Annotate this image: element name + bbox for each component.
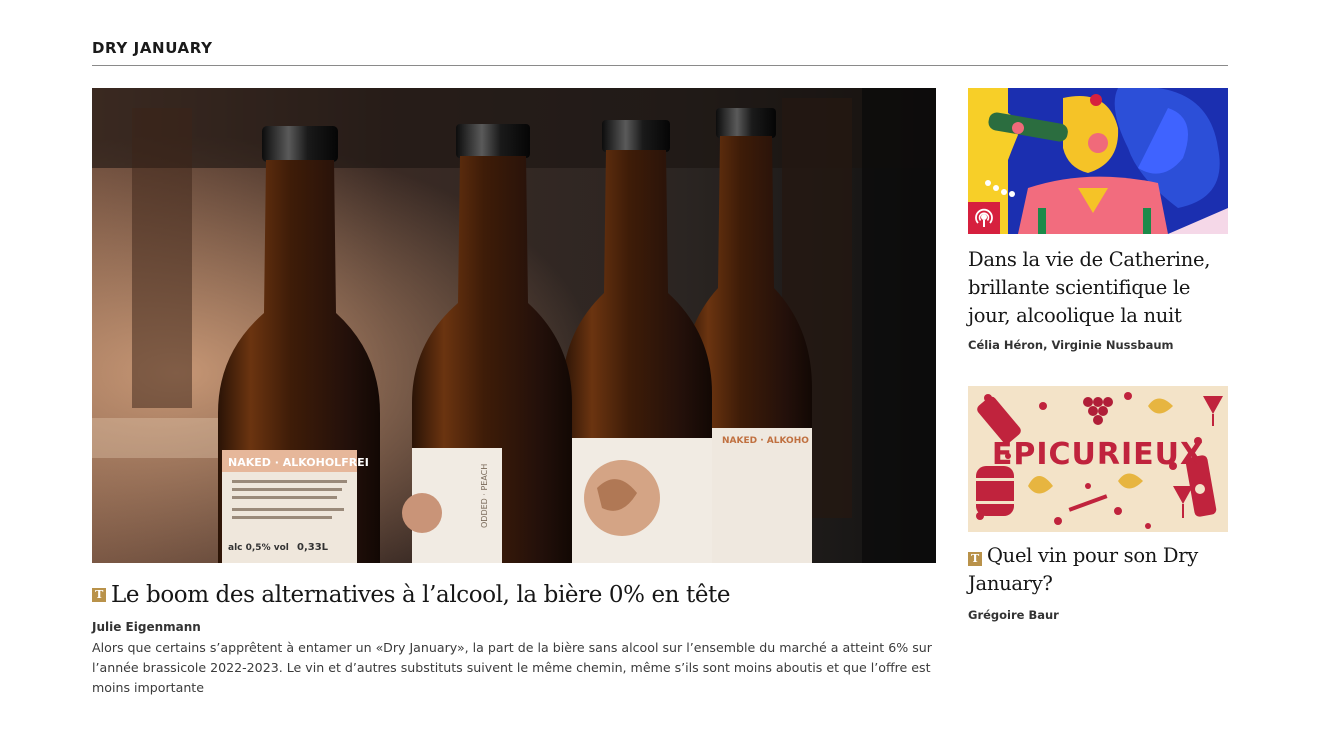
beer-bottles-photo: NAKED · ALKOHO ODDED · PEACH NAKED · ALK… — [92, 88, 936, 563]
svg-text:0,33L: 0,33L — [297, 542, 329, 553]
podcast-badge — [968, 202, 1000, 234]
side-article-title[interactable]: T Quel vin pour son Dry January? — [968, 542, 1228, 598]
side-article-title[interactable]: Dans la vie de Catherine, brillante scie… — [968, 246, 1228, 330]
svg-text:alc 0,5% vol: alc 0,5% vol — [228, 543, 289, 553]
premium-badge: T — [92, 588, 106, 602]
svg-text:EPICURIEUX: EPICURIEUX — [992, 437, 1204, 472]
main-article-title-text[interactable]: Le boom des alternatives à l’alcool, la … — [111, 581, 730, 609]
side-article-authors[interactable]: Célia Héron, Virginie Nussbaum — [968, 338, 1228, 352]
main-article-author[interactable]: Julie Eigenmann — [92, 619, 936, 635]
epicurieux-illustration: EPICURIEUX — [968, 386, 1228, 532]
side-article-image[interactable]: EPICURIEUX — [968, 386, 1228, 532]
side-article-authors[interactable]: Grégoire Baur — [968, 608, 1228, 622]
main-article[interactable]: NAKED · ALKOHO ODDED · PEACH NAKED · ALK… — [92, 88, 936, 698]
main-article-title[interactable]: T Le boom des alternatives à l’alcool, l… — [92, 581, 936, 609]
premium-badge: T — [968, 552, 982, 566]
side-article-image[interactable] — [968, 88, 1228, 234]
side-article-wine[interactable]: EPICURIEUX T Quel vin pour son Dry Januar… — [968, 386, 1228, 622]
section-title[interactable]: DRY JANUARY — [92, 38, 1228, 58]
svg-text:NAKED · ALKOHO: NAKED · ALKOHO — [722, 436, 809, 446]
side-article-podcast[interactable]: Dans la vie de Catherine, brillante scie… — [968, 88, 1228, 352]
svg-text:ODDED · PEACH: ODDED · PEACH — [480, 464, 489, 528]
main-article-lead: Alors que certains s’apprêtent à entamer… — [92, 640, 932, 695]
podcast-icon — [975, 208, 993, 227]
svg-text:NAKED · ALKOHOLFREI: NAKED · ALKOHOLFREI — [228, 456, 369, 469]
section-header: DRY JANUARY — [92, 38, 1228, 66]
main-article-image[interactable]: NAKED · ALKOHO ODDED · PEACH NAKED · ALK… — [92, 88, 936, 563]
side-article-title-text[interactable]: Quel vin pour son Dry January? — [968, 544, 1198, 595]
illustration-woman-drinking — [968, 88, 1228, 234]
